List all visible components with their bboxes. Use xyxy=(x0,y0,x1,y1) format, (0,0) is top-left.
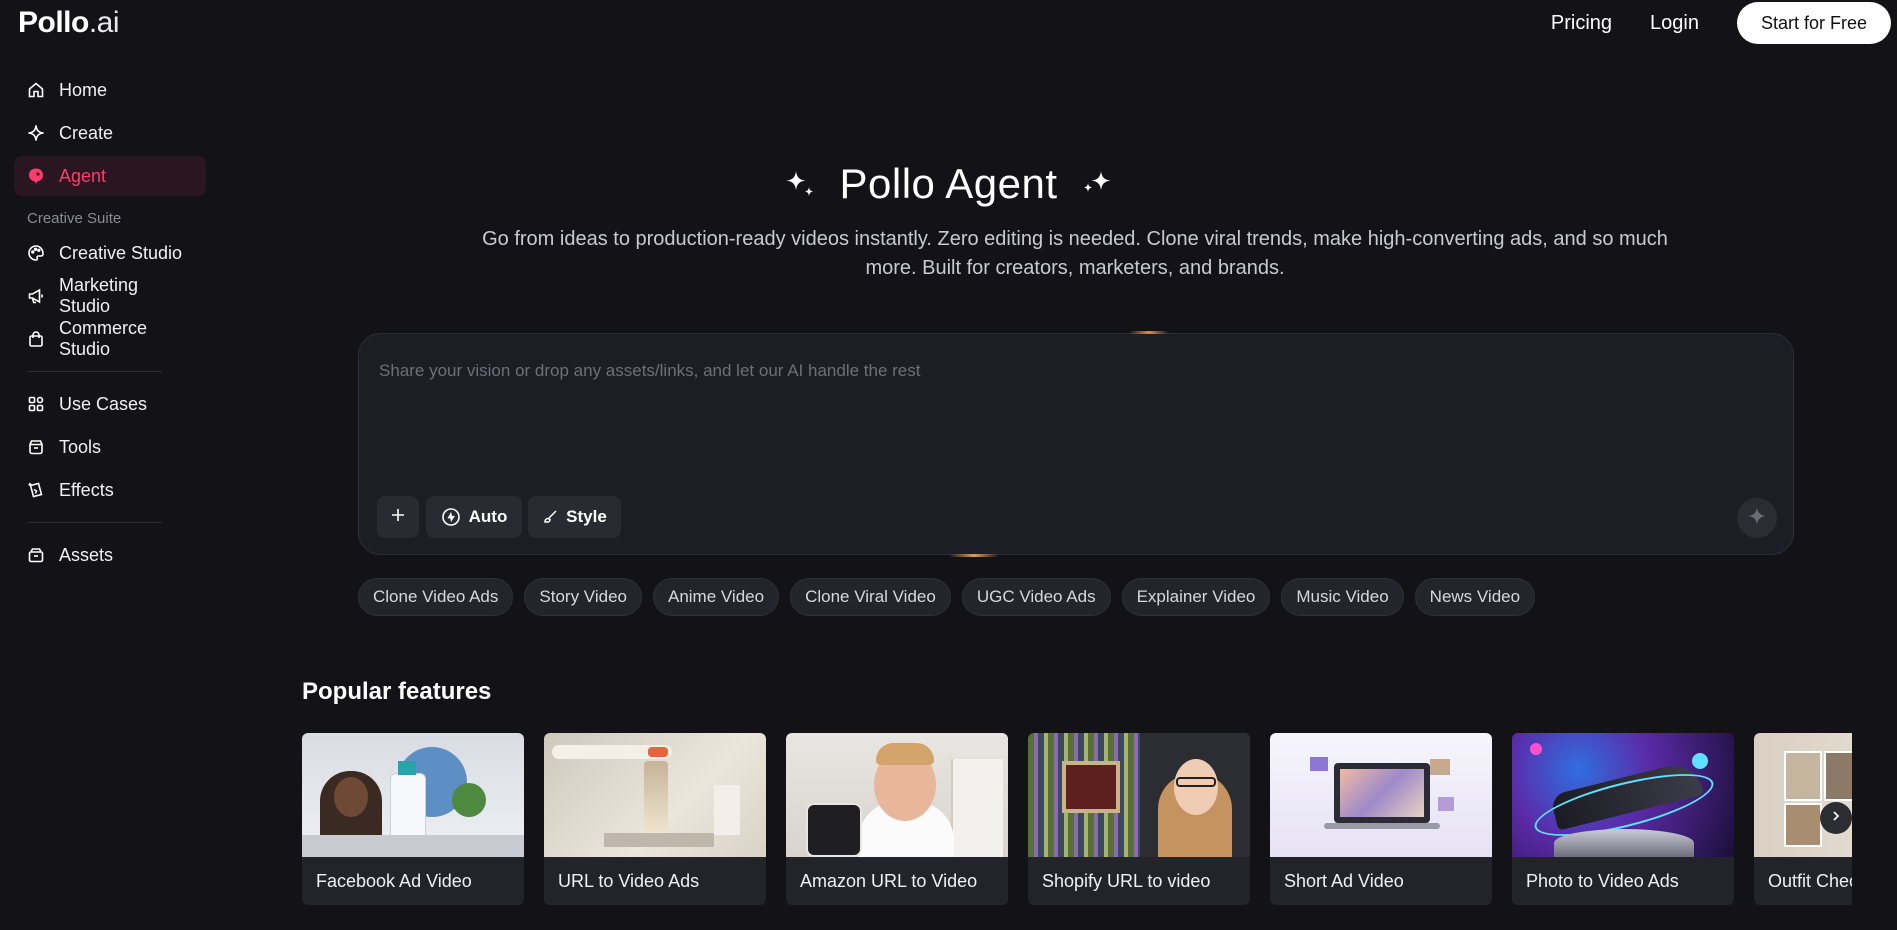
palette-icon xyxy=(27,244,45,262)
sidebar-item-creative-studio[interactable]: Creative Studio xyxy=(14,233,206,273)
auto-mode-icon xyxy=(441,507,461,527)
plus-icon xyxy=(390,507,406,528)
sparkle-right-icon xyxy=(1080,163,1114,211)
sidebar-divider xyxy=(27,522,162,523)
toolbox-icon xyxy=(27,438,45,456)
hero-title: Pollo Agent xyxy=(0,160,1897,211)
suggestion-chips: Clone Video Ads Story Video Anime Video … xyxy=(358,578,1536,616)
sidebar-item-tools[interactable]: Tools xyxy=(14,427,206,467)
auto-button[interactable]: Auto xyxy=(426,496,522,538)
card-thumbnail xyxy=(1512,733,1734,857)
card-thumbnail xyxy=(302,733,524,857)
chip-story-video[interactable]: Story Video xyxy=(524,578,642,616)
creative-suite-label: Creative Suite xyxy=(27,210,122,227)
brush-icon xyxy=(542,509,558,525)
card-label: URL to Video Ads xyxy=(558,871,700,891)
pricing-link[interactable]: Pricing xyxy=(1551,12,1612,35)
grid-icon xyxy=(27,395,45,413)
sidebar-item-label: Assets xyxy=(59,544,114,565)
chevron-right-icon xyxy=(1830,809,1842,827)
card-thumbnail xyxy=(786,733,1008,857)
sidebar-item-assets[interactable]: Assets xyxy=(14,535,206,575)
card-label: Photo to Video Ads xyxy=(1526,871,1679,891)
card-thumbnail xyxy=(1270,733,1492,857)
sidebar-divider xyxy=(27,371,162,372)
logo-suffix: .ai xyxy=(88,6,120,39)
feature-card-photo-to-video-ads[interactable]: Photo to Video Ads xyxy=(1512,733,1734,905)
sidebar: Home Create Agent Creative Suite Creativ… xyxy=(0,70,220,578)
card-label: Facebook Ad Video xyxy=(316,871,472,891)
card-thumbnail xyxy=(1754,733,1852,857)
feature-card-url-to-video-ads[interactable]: URL to Video Ads xyxy=(544,733,766,905)
sidebar-item-use-cases[interactable]: Use Cases xyxy=(14,384,206,424)
prompt-input[interactable] xyxy=(377,350,1771,392)
archive-icon xyxy=(27,546,45,564)
sidebar-item-label: Creative Studio xyxy=(59,242,183,263)
feature-card-shopify-url-to-video[interactable]: Shopify URL to video xyxy=(1028,733,1250,905)
prompt-glow xyxy=(1129,331,1169,334)
chip-anime-video[interactable]: Anime Video xyxy=(652,578,780,616)
carousel-next-button[interactable] xyxy=(1820,802,1852,834)
sidebar-item-label: Commerce Studio xyxy=(59,318,148,359)
feature-card-amazon-url-to-video[interactable]: Amazon URL to Video xyxy=(786,733,1008,905)
shopping-bag-icon xyxy=(27,330,45,348)
prompt-glow xyxy=(949,554,999,557)
add-asset-button[interactable] xyxy=(377,496,419,538)
top-nav: Pricing Login Start for Free xyxy=(1551,0,1891,46)
card-label: Outfit Chec xyxy=(1768,871,1852,891)
sidebar-item-label: Marketing Studio xyxy=(59,275,139,316)
submit-button[interactable] xyxy=(1737,498,1777,538)
chip-clone-viral-video[interactable]: Clone Viral Video xyxy=(790,578,951,616)
chip-music-video[interactable]: Music Video xyxy=(1281,578,1404,616)
sparkle-left-icon xyxy=(783,163,817,211)
logo[interactable]: Pollo.ai xyxy=(18,6,120,40)
sparkle-icon xyxy=(27,124,45,142)
style-button[interactable]: Style xyxy=(528,496,621,538)
hero-subtitle: Go from ideas to production-ready videos… xyxy=(482,228,1668,279)
chip-ugc-video-ads[interactable]: UGC Video Ads xyxy=(961,578,1111,616)
sparkle-submit-icon xyxy=(1747,506,1767,531)
feature-card-facebook-ad-video[interactable]: Facebook Ad Video xyxy=(302,733,524,905)
card-label: Amazon URL to Video xyxy=(800,871,978,891)
sidebar-item-label: Effects xyxy=(59,479,114,500)
auto-label: Auto xyxy=(468,507,508,526)
hero-title-text: Pollo Agent xyxy=(839,160,1058,207)
chip-news-video[interactable]: News Video xyxy=(1414,578,1536,616)
effects-icon xyxy=(27,481,45,499)
sidebar-item-home[interactable]: Home xyxy=(14,70,206,110)
sidebar-item-label: Tools xyxy=(59,436,102,457)
feature-carousel: Facebook Ad Video URL to Video Ads Amazo… xyxy=(302,733,1852,905)
login-link[interactable]: Login xyxy=(1650,12,1699,35)
card-thumbnail xyxy=(1028,733,1250,857)
sidebar-item-create[interactable]: Create xyxy=(14,113,206,153)
sidebar-item-label: Use Cases xyxy=(59,393,148,414)
card-label: Short Ad Video xyxy=(1284,871,1404,891)
card-label: Shopify URL to video xyxy=(1042,871,1211,891)
sidebar-item-commerce-studio[interactable]: Commerce Studio xyxy=(14,318,206,359)
prompt-box: Auto Style xyxy=(358,331,1794,557)
sidebar-item-marketing-studio[interactable]: Marketing Studio xyxy=(14,275,206,316)
feature-card-short-ad-video[interactable]: Short Ad Video xyxy=(1270,733,1492,905)
style-label: Style xyxy=(566,507,607,526)
sidebar-item-label: Create xyxy=(59,122,114,143)
popular-features-title: Popular features xyxy=(302,678,492,705)
chip-clone-video-ads[interactable]: Clone Video Ads xyxy=(358,578,514,616)
card-thumbnail xyxy=(544,733,766,857)
sidebar-item-effects[interactable]: Effects xyxy=(14,470,206,510)
megaphone-icon xyxy=(27,287,45,305)
home-icon xyxy=(27,81,45,99)
sidebar-item-label: Home xyxy=(59,79,108,100)
logo-wordmark: Pollo xyxy=(18,6,89,39)
start-free-button[interactable]: Start for Free xyxy=(1736,2,1891,44)
chip-explainer-video[interactable]: Explainer Video xyxy=(1121,578,1271,616)
